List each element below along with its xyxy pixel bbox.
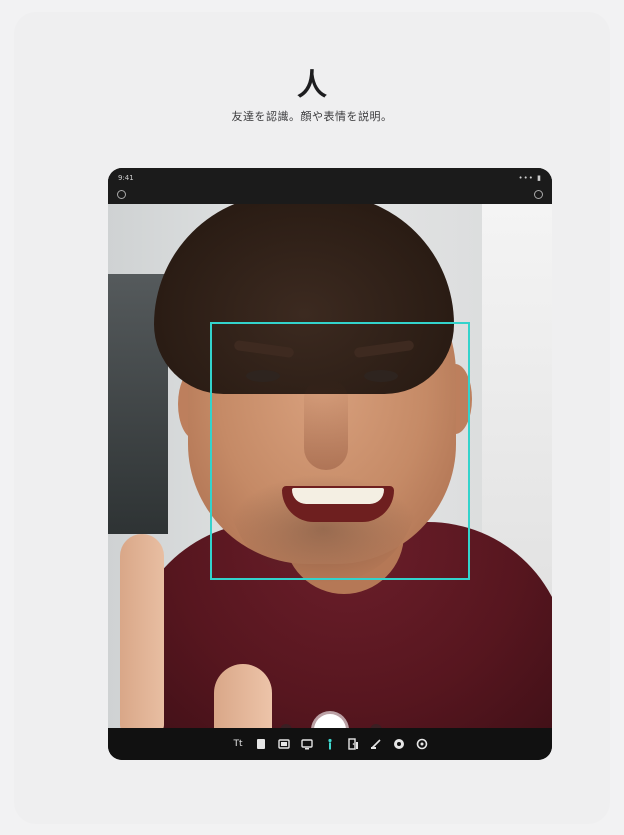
status-icons: ••• ▮ <box>518 174 542 182</box>
ipad-device: 9:41 ••• ▮ Tt <box>108 168 552 760</box>
feature-title: 人 <box>297 68 327 103</box>
back-icon[interactable] <box>117 190 126 199</box>
status-bar: 9:41 ••• ▮ <box>108 168 552 204</box>
shutter-row <box>108 714 552 728</box>
shutter-button[interactable] <box>314 714 346 728</box>
point-icon[interactable] <box>369 737 383 751</box>
detection-toolbar: Tt <box>108 728 552 760</box>
face-detection-box <box>210 322 470 580</box>
hand-icon[interactable] <box>392 737 406 751</box>
camera-viewfinder <box>108 204 552 728</box>
people-icon[interactable] <box>323 737 337 751</box>
text-icon[interactable]: Tt <box>231 737 245 751</box>
info-icon[interactable] <box>534 190 543 199</box>
scene-icon[interactable] <box>277 737 291 751</box>
document-icon[interactable] <box>254 737 268 751</box>
raised-finger <box>120 534 164 728</box>
status-time: 9:41 <box>118 174 134 182</box>
settings-icon[interactable] <box>415 737 429 751</box>
display-icon[interactable] <box>300 737 314 751</box>
feature-subtitle: 友達を認識。顔や表情を説明。 <box>231 110 393 123</box>
door-icon[interactable] <box>346 737 360 751</box>
